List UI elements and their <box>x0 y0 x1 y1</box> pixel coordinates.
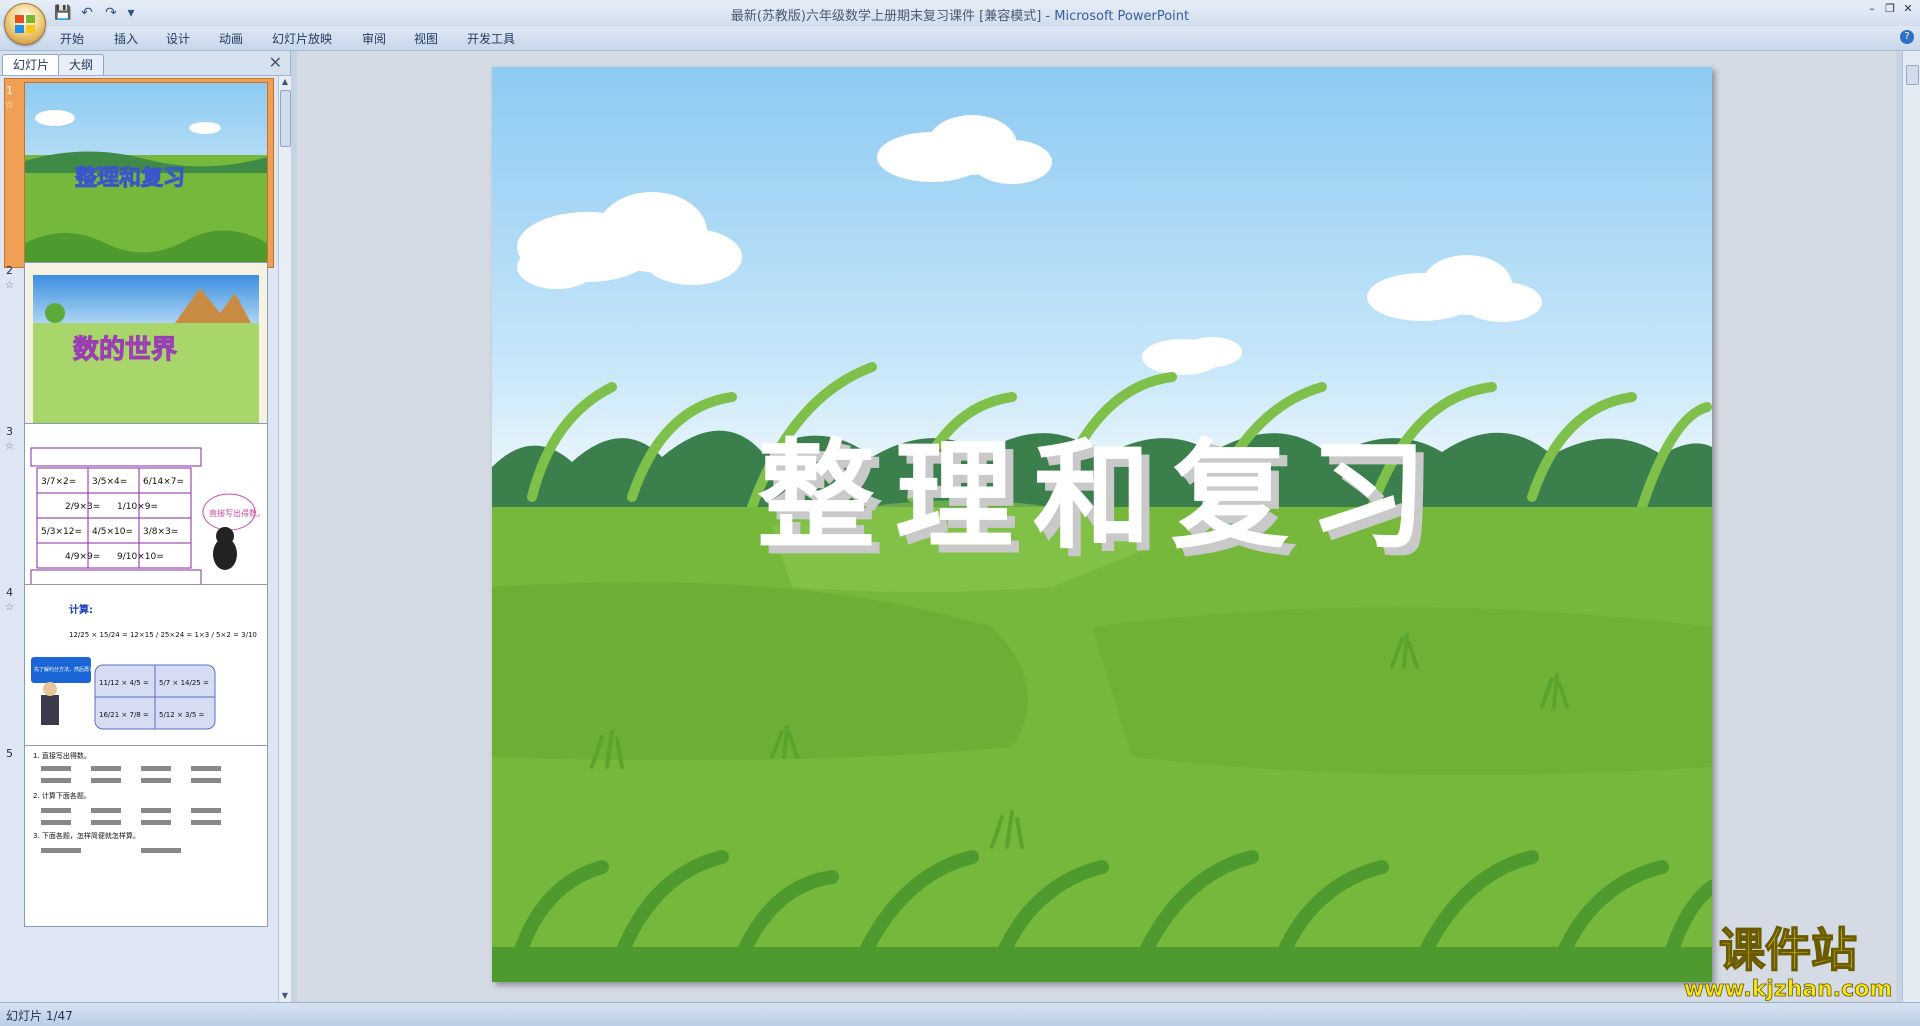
transition-star-icon: ☆ <box>5 280 14 291</box>
restore-icon[interactable]: ❐ <box>1882 2 1898 16</box>
thumbnail-number: 5 <box>6 747 13 760</box>
thumbnail-3-bubble: 直接写出得数。 <box>209 508 265 518</box>
exercise-cell: 1/10×9= <box>117 502 158 512</box>
exercise-cell: 4/5×10= <box>92 527 133 537</box>
exercise-cell: 16/21 × 7/8 = <box>99 711 149 719</box>
window-controls: – ❐ ✕ <box>1864 2 1916 16</box>
thumbnail-1[interactable]: 整理和复习 <box>24 82 268 264</box>
tab-design[interactable]: 设计 <box>166 30 190 47</box>
slide-indicator: 幻灯片 1/47 <box>6 1009 73 1023</box>
thumbnail-row-5[interactable]: 5 1. 直接写出得数。 2. 计算下面各题。 3. 下面各题，怎样简便就怎样算… <box>0 743 278 927</box>
tab-home[interactable]: 开始 <box>60 30 84 47</box>
thumbnail-2-art: 数的世界 <box>25 263 267 443</box>
thumbnail-number: 3 <box>6 425 13 438</box>
current-slide[interactable]: 整理和复习 整理和复习 <box>492 67 1712 982</box>
exercise-cell: 6/14×7= <box>143 477 184 487</box>
exercise-cell: 3/5×4= <box>92 477 127 487</box>
exercise-line: 2. 计算下面各题。 <box>33 791 91 800</box>
watermark-url: www.kjzhan.com <box>1684 977 1893 1002</box>
thumbnail-number: 2 <box>6 264 13 277</box>
thumbnail-number: 1 <box>6 84 13 97</box>
app-name: Microsoft PowerPoint <box>1054 9 1190 24</box>
exercise-cell: 3/7×2= <box>41 477 76 487</box>
thumbnail-3-art: 3/7×2= 3/5×4= 6/14×7= 2/9×3= 1/10×9= 5/3… <box>25 424 267 604</box>
tab-insert[interactable]: 插入 <box>114 30 138 47</box>
slides-panel: 幻灯片 大纲 ✕ 1 ☆ 整理和复习 2 ☆ 数的世界 3 ☆ 3/7×2= 3… <box>0 51 291 1002</box>
close-icon[interactable]: ✕ <box>1900 2 1916 16</box>
transition-star-icon: ☆ <box>5 602 14 613</box>
watermark-text: 课件站 <box>1719 923 1857 977</box>
exercise-cell: 4/9×9= <box>65 552 100 562</box>
thumbnail-1-title: 整理和复习 <box>75 165 185 191</box>
thumbnail-row-1[interactable]: 1 ☆ 整理和复习 <box>0 78 278 268</box>
thumbnail-number: 4 <box>6 586 13 599</box>
tab-developer[interactable]: 开发工具 <box>467 30 515 47</box>
thumbnail-5[interactable]: 1. 直接写出得数。 2. 计算下面各题。 3. 下面各题，怎样简便就怎样算。 <box>24 745 268 927</box>
exercise-line: 3. 下面各题，怎样简便就怎样算。 <box>33 831 140 840</box>
thumbnail-list: 1 ☆ 整理和复习 2 ☆ 数的世界 3 ☆ 3/7×2= 3/5×4= 6/1… <box>0 76 278 1002</box>
thumbnail-5-art: 1. 直接写出得数。 2. 计算下面各题。 3. 下面各题，怎样简便就怎样算。 <box>25 746 267 926</box>
panel-tabs: 幻灯片 大纲 ✕ <box>0 51 290 76</box>
thumbnail-row-4[interactable]: 4 ☆ 计算: 12/25 × 15/24 = 12×15 / 25×24 = … <box>0 582 278 766</box>
thumbnail-2-title: 数的世界 <box>73 334 177 365</box>
exercise-cell: 3/8×3= <box>143 527 178 537</box>
slide-title[interactable]: 整理和复习 <box>757 426 1447 565</box>
office-logo-icon <box>15 15 35 33</box>
thumbnail-1-art: 整理和复习 <box>25 83 267 263</box>
window-title: 最新(苏教版)六年级数学上册期末复习课件 [兼容模式] - Microsoft … <box>0 5 1920 24</box>
tab-outline[interactable]: 大纲 <box>58 54 105 75</box>
office-button[interactable] <box>4 3 46 45</box>
tab-slideshow[interactable]: 幻灯片放映 <box>272 30 332 47</box>
thumbnail-3[interactable]: 3/7×2= 3/5×4= 6/14×7= 2/9×3= 1/10×9= 5/3… <box>24 423 268 605</box>
slide-canvas: 整理和复习 整理和复习 <box>492 67 1712 982</box>
watermark-logo: 课件站 www.kjzhan.com <box>1668 920 1908 1002</box>
exercise-cell: 2/9×3= <box>65 502 100 512</box>
exercise-cell: 5/3×12= <box>41 527 82 537</box>
thumbnail-4-example: 12/25 × 15/24 = 12×15 / 25×24 = 1×3 / 5×… <box>69 631 257 639</box>
tab-review[interactable]: 审阅 <box>362 30 386 47</box>
document-title: 最新(苏教版)六年级数学上册期末复习课件 [兼容模式] - <box>730 9 1055 24</box>
ribbon-tab-bar: 开始 插入 设计 动画 幻灯片放映 审阅 视图 开发工具 ? <box>0 26 1920 51</box>
tab-view[interactable]: 视图 <box>414 30 438 47</box>
tab-animations[interactable]: 动画 <box>219 30 243 47</box>
thumbnail-4[interactable]: 计算: 12/25 × 15/24 = 12×15 / 25×24 = 1×3 … <box>24 584 268 766</box>
thumbnail-2[interactable]: 数的世界 <box>24 262 268 444</box>
scroll-up-icon[interactable]: ▲ <box>279 76 291 88</box>
scroll-thumb[interactable] <box>1906 65 1919 85</box>
editor-scrollbar[interactable] <box>1902 51 1920 1002</box>
exercise-cell: 5/12 × 3/5 = <box>159 711 205 719</box>
exercise-cell: 5/7 × 14/25 = <box>159 679 209 687</box>
help-icon[interactable]: ? <box>1900 30 1914 44</box>
transition-star-icon: ☆ <box>5 100 14 111</box>
transition-star-icon: ☆ <box>5 441 14 452</box>
thumbnail-4-art: 计算: 12/25 × 15/24 = 12×15 / 25×24 = 1×3 … <box>25 585 267 765</box>
thumbnail-row-2[interactable]: 2 ☆ 数的世界 <box>0 260 278 444</box>
exercise-cell: 11/12 × 4/5 = <box>99 679 149 687</box>
scroll-down-icon[interactable]: ▼ <box>279 990 291 1002</box>
thumbnail-row-3[interactable]: 3 ☆ 3/7×2= 3/5×4= 6/14×7= 2/9×3= 1/10×9=… <box>0 421 278 605</box>
close-panel-icon[interactable]: ✕ <box>269 54 282 72</box>
exercise-cell: 9/10×10= <box>117 552 164 562</box>
scroll-thumb[interactable] <box>280 90 291 147</box>
status-bar: 幻灯片 1/47 <box>0 1002 1920 1026</box>
thumbnail-4-tip: 先了解约分方法，然后再计算 <box>34 666 99 673</box>
thumbnail-4-calc-label: 计算: <box>69 603 93 616</box>
slide-editor: 整理和复习 整理和复习 <box>297 51 1896 1002</box>
minimize-icon[interactable]: – <box>1864 2 1880 16</box>
exercise-line: 1. 直接写出得数。 <box>33 751 91 760</box>
title-bar: 💾 ↶ ↷ ▾ 最新(苏教版)六年级数学上册期末复习课件 [兼容模式] - Mi… <box>0 0 1920 26</box>
tab-slides[interactable]: 幻灯片 <box>2 54 61 75</box>
thumbnail-scrollbar[interactable]: ▲ ▼ <box>278 76 291 1002</box>
